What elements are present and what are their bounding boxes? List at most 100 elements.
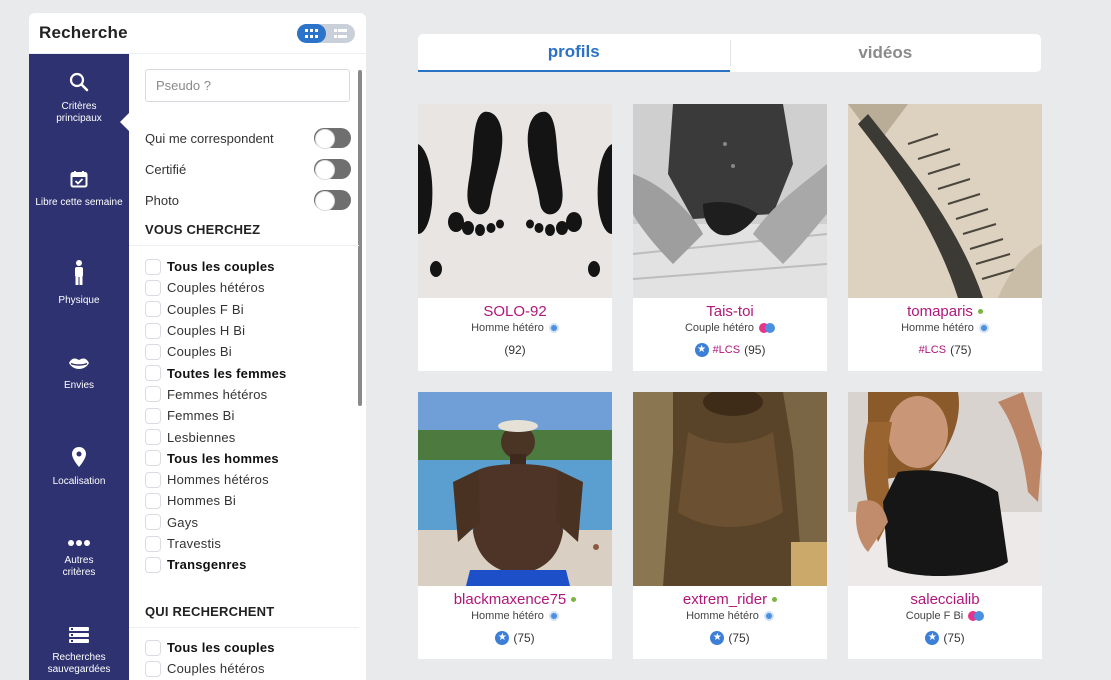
checkbox-label: Lesbiennes [167, 429, 236, 445]
couple-badge-icon [759, 323, 776, 333]
profile-name[interactable]: extrem_rider [683, 591, 767, 608]
results-tabs: profils vidéos [418, 34, 1041, 72]
checkbox[interactable] [145, 301, 161, 318]
checkbox[interactable] [145, 343, 161, 360]
checkbox-option[interactable]: Femmes Bi [145, 405, 286, 426]
lcs-tag[interactable]: #LCS [919, 344, 947, 356]
checkbox-option[interactable]: Couples F Bi [145, 299, 286, 320]
grid-view-button[interactable] [297, 23, 326, 43]
checkbox-label: Femmes Bi [167, 408, 235, 424]
checkbox-option[interactable]: Tous les hommes [145, 448, 286, 469]
checkbox[interactable] [145, 365, 161, 382]
nav-item-physique[interactable]: Physique [29, 260, 129, 307]
profile-meta: #LCS (75) [848, 343, 1042, 357]
checkbox-label: Femmes hétéros [167, 386, 268, 402]
qui-me-correspondent-switch[interactable] [314, 128, 351, 149]
profile-name-row: Tais-toi [633, 303, 827, 320]
profile-name[interactable]: tomaparis [907, 303, 973, 320]
profile-card[interactable]: Tais-toi Couple hétéro ★ #LCS (95) [633, 104, 827, 371]
checkbox[interactable] [145, 258, 161, 275]
checkbox-label: Couples hétéros [167, 661, 265, 677]
checkbox[interactable] [145, 450, 161, 467]
checkbox[interactable] [145, 471, 161, 488]
profile-card[interactable]: saleccialib Couple F Bi ★ (75) [848, 392, 1042, 659]
profile-photo[interactable] [418, 104, 612, 298]
checkbox-option[interactable]: Hommes hétéros [145, 469, 286, 490]
filters-scrollbar[interactable] [358, 70, 362, 406]
checkbox-option[interactable]: Couples Bi [145, 341, 286, 362]
lcs-tag[interactable]: #LCS [713, 344, 741, 356]
checkbox-option[interactable]: Couples hétéros [145, 277, 286, 298]
checkbox-label: Transgenres [167, 557, 247, 573]
checkbox[interactable] [145, 322, 161, 339]
profile-name[interactable]: blackmaxence75 [454, 591, 567, 608]
profile-card[interactable]: tomaparis Homme hétéro #LCS (75) [848, 104, 1042, 371]
checkbox[interactable] [145, 279, 161, 296]
tab-videos[interactable]: vidéos [729, 34, 1042, 72]
profile-name-row: SOLO-92 [418, 303, 612, 320]
profile-dept: (92) [504, 343, 526, 357]
nav-label: Autres [64, 555, 94, 566]
criteria-nav: Critères principaux Libre cette semaine … [29, 54, 129, 680]
nav-item-autres-criteres[interactable]: Autres critères [29, 540, 129, 579]
checkbox[interactable] [145, 660, 161, 677]
checkbox-option[interactable]: Hommes Bi [145, 490, 286, 511]
profile-photo[interactable] [633, 392, 827, 586]
pseudo-search-input[interactable] [145, 69, 350, 102]
list-view-button[interactable] [326, 24, 355, 43]
nav-label: Recherches [52, 652, 106, 663]
checkbox[interactable] [145, 639, 161, 656]
checkbox[interactable] [145, 429, 161, 446]
qui-recherchent-list: Tous les couples Couples hétéros [145, 637, 275, 680]
checkbox-label: Couples F Bi [167, 301, 244, 317]
profile-card[interactable]: blackmaxence75 Homme hétéro ★ (75) [418, 392, 612, 659]
profile-photo[interactable] [418, 392, 612, 586]
photo-switch[interactable] [314, 190, 351, 211]
profile-card[interactable]: extrem_rider Homme hétéro ★ (75) [633, 392, 827, 659]
checkbox-option[interactable]: Couples hétéros [145, 658, 275, 679]
nav-item-recherches-sauvegardees[interactable]: Recherches sauvegardées [29, 627, 129, 676]
profile-dept: (95) [744, 343, 766, 357]
checkbox-option[interactable]: Travestis [145, 533, 286, 554]
toggle-row-qui-me-correspondent: Qui me correspondent [145, 128, 351, 149]
checkbox-option[interactable]: Femmes hétéros [145, 384, 286, 405]
checkbox[interactable] [145, 514, 161, 531]
nav-label: Localisation [52, 476, 106, 487]
checkbox-option[interactable]: Couples H Bi [145, 320, 286, 341]
profile-type: Homme hétéro [901, 322, 974, 334]
nav-label: Libre cette semaine [35, 197, 123, 208]
search-panel: Recherche Critères principaux Libre cett… [29, 13, 366, 680]
profile-photo[interactable] [848, 104, 1042, 298]
calendar-check-icon [70, 171, 88, 188]
profile-name-row: blackmaxence75 [418, 591, 612, 608]
profile-name[interactable]: saleccialib [910, 591, 979, 608]
profile-photo[interactable] [633, 104, 827, 298]
nav-item-envies[interactable]: Envies [29, 357, 129, 392]
tab-profils[interactable]: profils [418, 34, 730, 72]
profile-type: Couple F Bi [905, 610, 964, 622]
nav-item-libre-cette-semaine[interactable]: Libre cette semaine [29, 170, 129, 209]
profile-type-row: Homme hétéro [418, 610, 612, 622]
nav-item-localisation[interactable]: Localisation [29, 447, 129, 488]
checkbox-option[interactable]: Tous les couples [145, 256, 286, 277]
profile-card[interactable]: SOLO-92 Homme hétéro (92) [418, 104, 612, 371]
profile-type: Homme hétéro [471, 322, 544, 334]
checkbox-option[interactable]: Transgenres [145, 554, 286, 575]
checkbox[interactable] [145, 386, 161, 403]
checkbox-option[interactable]: Tous les couples [145, 637, 275, 658]
section-divider [129, 245, 359, 246]
nav-item-criteres-principaux[interactable]: Critères principaux [29, 72, 129, 131]
checkbox-option[interactable]: Lesbiennes [145, 426, 286, 447]
checkbox-label: Couples Bi [167, 344, 232, 360]
checkbox[interactable] [145, 492, 161, 509]
checkbox[interactable] [145, 556, 161, 573]
checkbox[interactable] [145, 407, 161, 424]
profile-name[interactable]: SOLO-92 [483, 303, 546, 320]
profile-type: Couple hétéro [684, 322, 755, 334]
checkbox-option[interactable]: Toutes les femmes [145, 362, 286, 383]
checkbox[interactable] [145, 535, 161, 552]
certifie-switch[interactable] [314, 159, 351, 180]
profile-photo[interactable] [848, 392, 1042, 586]
profile-name[interactable]: Tais-toi [706, 303, 754, 320]
checkbox-option[interactable]: Gays [145, 512, 286, 533]
